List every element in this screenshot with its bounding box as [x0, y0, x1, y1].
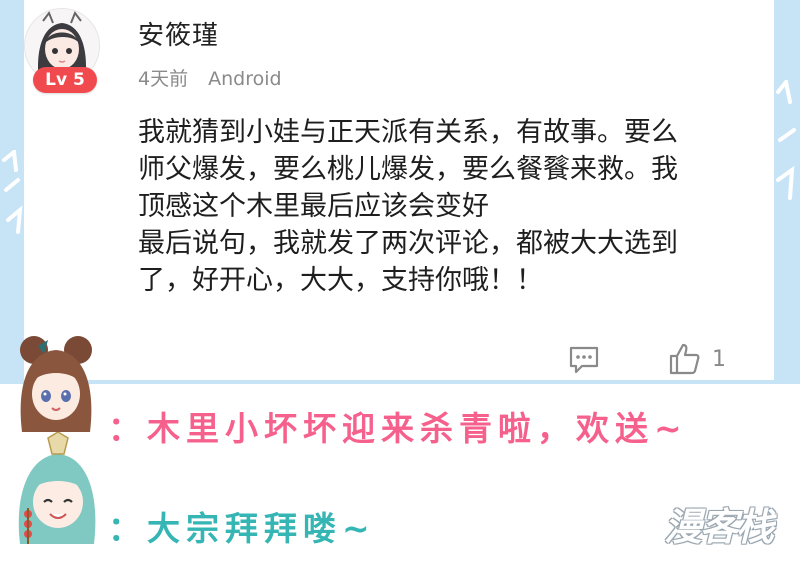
- caption-pink: ：木里小坏坏迎来杀青啦，欢送~: [108, 409, 688, 448]
- comment-meta: 4天前 Android: [138, 64, 282, 91]
- level-badge: Lv 5: [33, 67, 97, 93]
- comment-text: 我就猜到小娃与正天派有关系，有故事。要么 师父爆发，要么桃儿爆发，要么餐餮来救。…: [138, 117, 678, 296]
- comment-bubble-icon[interactable]: [568, 345, 600, 375]
- cat-outline-decoration-left: [2, 150, 23, 234]
- username[interactable]: 安筱瑾: [138, 15, 219, 52]
- caption-teal: ：大宗拜拜喽~: [108, 509, 376, 548]
- thumbs-up-icon[interactable]: [668, 342, 702, 376]
- platform-label: Android: [208, 68, 282, 90]
- like-count: 1: [712, 347, 726, 372]
- brown-hair-girl-character-icon: [20, 336, 92, 432]
- watermark-logo: 漫客栈: [664, 505, 774, 549]
- timestamp: 4天前: [138, 68, 189, 90]
- teal-hair-boy-character-icon: [18, 432, 96, 544]
